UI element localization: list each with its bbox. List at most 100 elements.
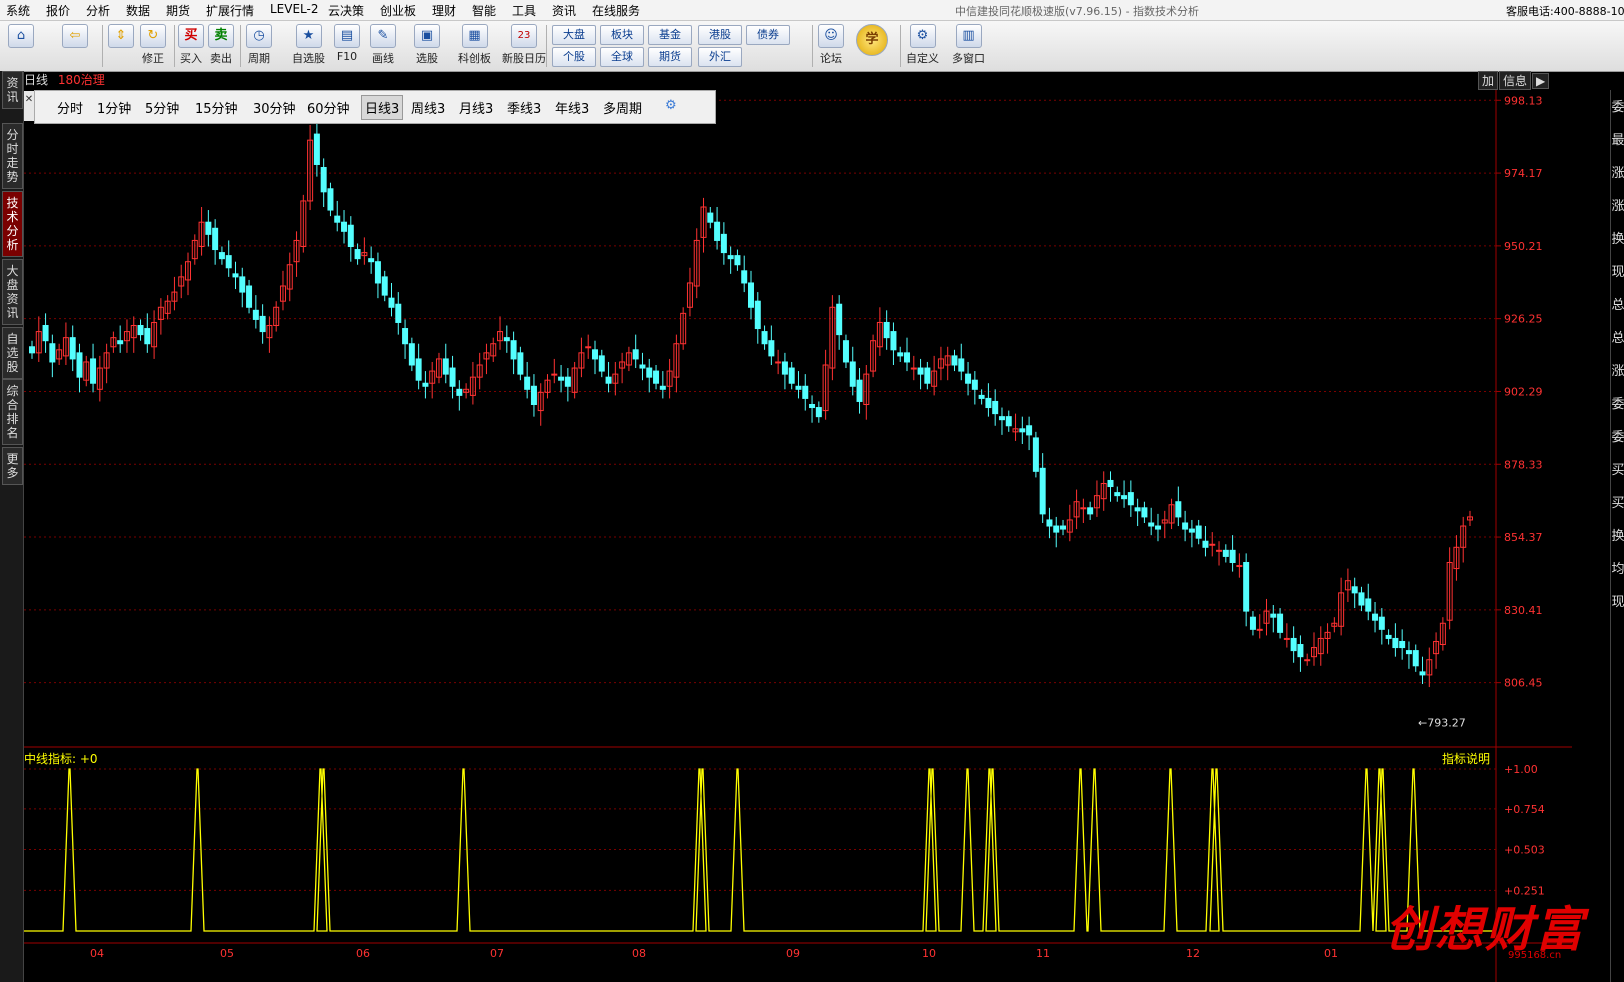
settings-gear-icon[interactable]: ⚙ — [665, 98, 677, 113]
candle — [1290, 637, 1297, 652]
menu-item-5[interactable]: 扩展行情 — [206, 2, 254, 19]
learn-button[interactable]: 学 — [856, 24, 888, 58]
candle — [1005, 416, 1012, 427]
menu-item-10[interactable]: 智能 — [472, 2, 496, 19]
candle — [354, 249, 361, 260]
info-button[interactable]: 信息 — [1499, 71, 1532, 90]
customize-button[interactable]: ⚙ 自定义 — [906, 24, 939, 66]
menu-item-2[interactable]: 分析 — [86, 2, 110, 19]
period-11[interactable]: 多周期 — [603, 98, 642, 117]
tab-more[interactable]: 更多 — [2, 447, 23, 485]
candle — [1304, 659, 1311, 662]
candle — [1209, 543, 1216, 546]
period-7[interactable]: 周线3 — [411, 98, 445, 117]
tab-ranking[interactable]: 综合排名 — [2, 379, 23, 445]
candle — [69, 337, 76, 360]
candle — [1148, 522, 1155, 527]
period-3[interactable]: 15分钟 — [195, 98, 238, 117]
global-button[interactable]: 全球 — [600, 47, 644, 67]
menu-item-3[interactable]: 数据 — [126, 2, 150, 19]
market-button[interactable]: 大盘 — [552, 25, 596, 45]
y-tick-label: 854.37 — [1504, 531, 1543, 544]
candle — [653, 370, 660, 384]
menu-item-8[interactable]: 创业板 — [380, 2, 416, 19]
window-title: 中信建投同花顺极速版(v7.96.15) - 指数技术分析 — [955, 5, 1200, 18]
star-market-button[interactable]: ▦ 科创板 — [458, 24, 491, 66]
period-6[interactable]: 日线3 — [361, 95, 404, 120]
bond-button[interactable]: 债券 — [746, 25, 790, 45]
draw-line-button[interactable]: ✎ 画线 — [370, 24, 396, 66]
back-arrow-icon: ⇦ — [62, 24, 88, 48]
stock-screener-button[interactable]: ▣ 选股 — [414, 24, 440, 66]
menu-item-4[interactable]: 期货 — [166, 2, 190, 19]
futures-button[interactable]: 期货 — [648, 47, 692, 67]
period-8[interactable]: 月线3 — [459, 98, 493, 117]
menu-item-7[interactable]: 云决策 — [328, 2, 364, 19]
candle — [408, 343, 415, 366]
tab-news[interactable]: 资讯 — [2, 71, 23, 109]
candle — [1229, 549, 1236, 563]
buy-button[interactable]: 买买入 — [178, 24, 204, 66]
candle — [246, 285, 253, 308]
tab-technical-analysis[interactable]: 技术分析 — [2, 191, 23, 257]
indicator-tick-label: +1.00 — [1504, 763, 1538, 776]
expand-icon[interactable]: ▶ — [1532, 73, 1550, 89]
multiwindow-button[interactable]: ▥ 多窗口 — [952, 24, 985, 66]
period-1[interactable]: 1分钟 — [97, 98, 131, 117]
period-2[interactable]: 5分钟 — [145, 98, 179, 117]
candle — [1188, 528, 1195, 533]
candle — [741, 270, 748, 284]
menu-item-0[interactable]: 系统 — [6, 2, 30, 19]
watchlist-button[interactable]: ★ 自选股 — [292, 24, 325, 66]
candle — [1236, 565, 1243, 568]
forex-button[interactable]: 外汇 — [698, 47, 742, 67]
sector-button[interactable]: 板块 — [600, 25, 644, 45]
customize-icon: ⚙ — [909, 24, 936, 48]
candle — [388, 297, 395, 308]
stock-button[interactable]: 个股 — [552, 47, 596, 67]
indicator-explain-link[interactable]: 指标说明 — [1442, 751, 1490, 766]
period-0[interactable]: 分时 — [57, 98, 83, 117]
tab-market-news[interactable]: 大盘资讯 — [2, 259, 23, 325]
menu-item-11[interactable]: 工具 — [512, 2, 536, 19]
add-button[interactable]: 加 — [1478, 71, 1499, 90]
menu-item-6[interactable]: LEVEL-2 — [270, 2, 319, 16]
candle — [605, 376, 612, 384]
menu-item-13[interactable]: 在线服务 — [592, 2, 640, 19]
tab-watchlist[interactable]: 自选股 — [2, 327, 23, 379]
period-button[interactable]: ◷ 周期 — [246, 24, 272, 66]
menu-item-12[interactable]: 资讯 — [552, 2, 576, 19]
ipo-calendar-button[interactable]: 23 新股日历 — [502, 24, 546, 66]
candle — [639, 364, 646, 369]
f10-button[interactable]: ▤ F10 — [334, 24, 360, 63]
candle — [754, 300, 761, 330]
menu-item-9[interactable]: 理财 — [432, 2, 456, 19]
period-4[interactable]: 30分钟 — [253, 98, 296, 117]
x-tick-label: 06 — [356, 947, 370, 960]
close-icon[interactable]: ✕ — [24, 91, 34, 121]
home-button[interactable]: ⌂ — [8, 24, 34, 50]
candle — [978, 394, 985, 399]
right-strip-label: 换 — [1611, 529, 1624, 544]
candle — [1026, 425, 1033, 436]
x-tick-label: 10 — [922, 947, 936, 960]
menu-item-1[interactable]: 报价 — [46, 2, 70, 19]
up-down-button[interactable]: ⇕ — [108, 24, 134, 50]
hk-stock-button[interactable]: 港股 — [698, 25, 742, 45]
candle — [734, 255, 741, 266]
tab-intraday[interactable]: 分时走势 — [2, 123, 23, 189]
forum-button[interactable]: ☺ 论坛 — [818, 24, 844, 66]
candle — [1249, 616, 1256, 630]
chart-area[interactable]: 998.13 974.17 950.21 926.25 902.29 878.33 854.… — [24, 71, 1572, 982]
refresh-button[interactable]: ↻ 修正 — [140, 24, 166, 66]
candle — [795, 385, 802, 390]
period-5[interactable]: 60分钟 — [307, 98, 350, 117]
fund-button[interactable]: 基金 — [648, 25, 692, 45]
sell-button[interactable]: 卖卖出 — [208, 24, 234, 66]
back-button[interactable]: ⇦ — [62, 24, 88, 50]
period-10[interactable]: 年线3 — [555, 98, 589, 117]
period-9[interactable]: 季线3 — [507, 98, 541, 117]
candle — [632, 349, 639, 360]
candle — [904, 352, 911, 363]
candle — [775, 361, 782, 364]
